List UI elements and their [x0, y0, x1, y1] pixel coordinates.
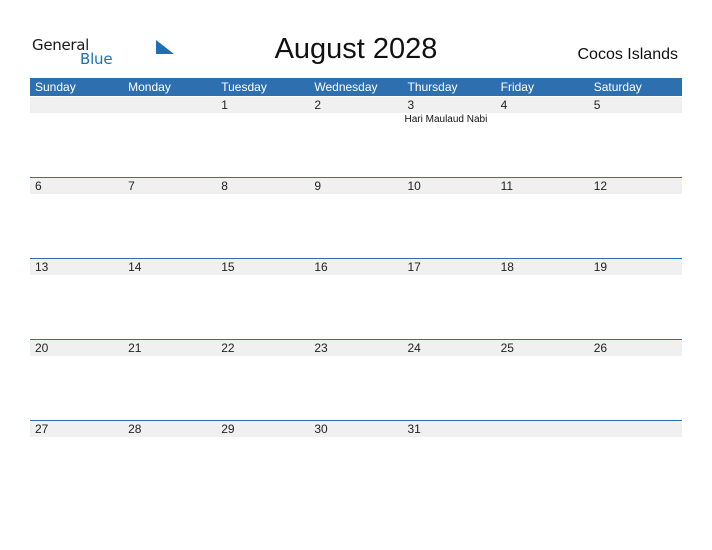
day-cell: 23 [309, 340, 402, 420]
day-cell: 13 [30, 259, 123, 339]
day-number: 9 [314, 179, 322, 193]
country-label: Cocos Islands [577, 46, 679, 63]
day-cell [30, 97, 123, 177]
day-number: 5 [593, 98, 601, 112]
week-cells: 6 7 8 9 10 11 12 [30, 178, 682, 258]
day-cell: 28 [123, 421, 216, 501]
day-cell: 17 [403, 259, 496, 339]
day-number: 29 [221, 422, 235, 436]
weekday-sunday: Sunday [35, 80, 76, 94]
day-cell: 16 [309, 259, 402, 339]
weekday-monday: Monday [128, 80, 171, 94]
day-number: 15 [221, 260, 235, 274]
day-cell: 22 [216, 340, 309, 420]
weekday-header: Sunday Monday Tuesday Wednesday Thursday… [30, 78, 682, 96]
day-cell: 19 [589, 259, 682, 339]
day-cell [123, 97, 216, 177]
week-row: 13 14 15 16 17 18 19 [30, 258, 682, 339]
day-cell: 21 [123, 340, 216, 420]
day-number: 25 [500, 341, 514, 355]
day-cell: 15 [216, 259, 309, 339]
week-row: 27 28 29 30 31 [30, 420, 682, 501]
day-number: 3 [407, 98, 415, 112]
day-number: 24 [407, 341, 421, 355]
week-cells: 13 14 15 16 17 18 19 [30, 259, 682, 339]
week-row: 20 21 22 23 24 25 26 [30, 339, 682, 420]
day-cell: 4 [496, 97, 589, 177]
day-number: 4 [500, 98, 508, 112]
day-number: 8 [221, 179, 228, 193]
week-cells: 1 2 3 Hari Maulaud Nabi 4 5 [30, 97, 682, 177]
day-cell: 12 [589, 178, 682, 258]
day-number: 31 [407, 422, 421, 436]
day-cell: 27 [30, 421, 123, 501]
day-number: 11 [500, 179, 514, 193]
day-number: 17 [407, 260, 421, 274]
day-cell: 10 [403, 178, 496, 258]
day-number: 2 [314, 98, 322, 112]
day-number: 13 [35, 260, 49, 274]
day-cell: 9 [309, 178, 402, 258]
day-cell: 7 [123, 178, 216, 258]
day-number: 18 [500, 260, 514, 274]
day-number: 30 [314, 422, 328, 436]
day-cell [589, 421, 682, 501]
day-cell: 8 [216, 178, 309, 258]
day-cell: 5 [589, 97, 682, 177]
day-number: 6 [35, 179, 42, 193]
day-number: 21 [128, 341, 142, 355]
day-cell: 11 [496, 178, 589, 258]
day-cell: 26 [589, 340, 682, 420]
holiday-label: Hari Maulaud Nabi [404, 114, 488, 125]
day-number: 12 [593, 179, 608, 193]
weekday-saturday: Saturday [593, 80, 642, 94]
day-cell: 18 [496, 259, 589, 339]
day-cell: 25 [496, 340, 589, 420]
week-row: 6 7 8 9 10 11 12 [30, 177, 682, 258]
day-cell: 2 [309, 97, 402, 177]
day-number: 19 [593, 260, 608, 274]
day-number: 1 [221, 98, 228, 112]
day-number: 23 [314, 341, 328, 355]
day-number: 20 [35, 341, 49, 355]
day-number: 28 [128, 422, 142, 436]
day-cell [496, 421, 589, 501]
day-cell: 31 [403, 421, 496, 501]
weekday-wednesday: Wednesday [314, 80, 378, 94]
week-cells: 20 21 22 23 24 25 26 [30, 340, 682, 420]
day-number: 26 [593, 341, 608, 355]
day-number: 10 [407, 179, 421, 193]
day-cell: 20 [30, 340, 123, 420]
day-cell: 14 [123, 259, 216, 339]
weekday-thursday: Thursday [407, 80, 458, 94]
day-cell: 29 [216, 421, 309, 501]
day-number: 7 [128, 179, 135, 193]
day-number: 14 [128, 260, 142, 274]
day-number: 27 [35, 422, 49, 436]
day-cell: 3 Hari Maulaud Nabi [403, 97, 496, 177]
weekday-friday: Friday [500, 80, 534, 94]
day-number: 22 [221, 341, 235, 355]
day-cell: 6 [30, 178, 123, 258]
weekday-tuesday: Tuesday [221, 80, 267, 94]
day-cell: 1 [216, 97, 309, 177]
day-cell: 30 [309, 421, 402, 501]
day-number: 16 [314, 260, 328, 274]
week-cells: 27 28 29 30 31 [30, 421, 682, 501]
week-row: 1 2 3 Hari Maulaud Nabi 4 5 [30, 97, 682, 178]
day-cell: 24 [403, 340, 496, 420]
